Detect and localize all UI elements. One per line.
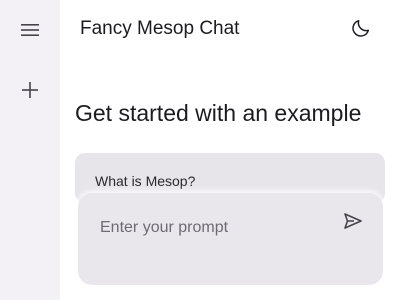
sidebar: [0, 0, 60, 300]
menu-button[interactable]: [15, 15, 45, 45]
send-button[interactable]: [341, 211, 365, 235]
theme-toggle-button[interactable]: [348, 17, 374, 43]
new-chat-button[interactable]: [15, 75, 45, 105]
moon-icon: [350, 17, 372, 44]
main-panel: Fancy Mesop Chat Get started with an exa…: [60, 0, 400, 300]
example-card-label: What is Mesop?: [95, 173, 196, 189]
send-icon: [343, 212, 363, 235]
app-title: Fancy Mesop Chat: [80, 18, 240, 39]
prompt-input[interactable]: [100, 217, 330, 239]
menu-icon: [20, 22, 40, 38]
prompt-box: [78, 193, 383, 285]
examples-heading: Get started with an example: [75, 100, 362, 126]
add-icon: [21, 81, 39, 99]
